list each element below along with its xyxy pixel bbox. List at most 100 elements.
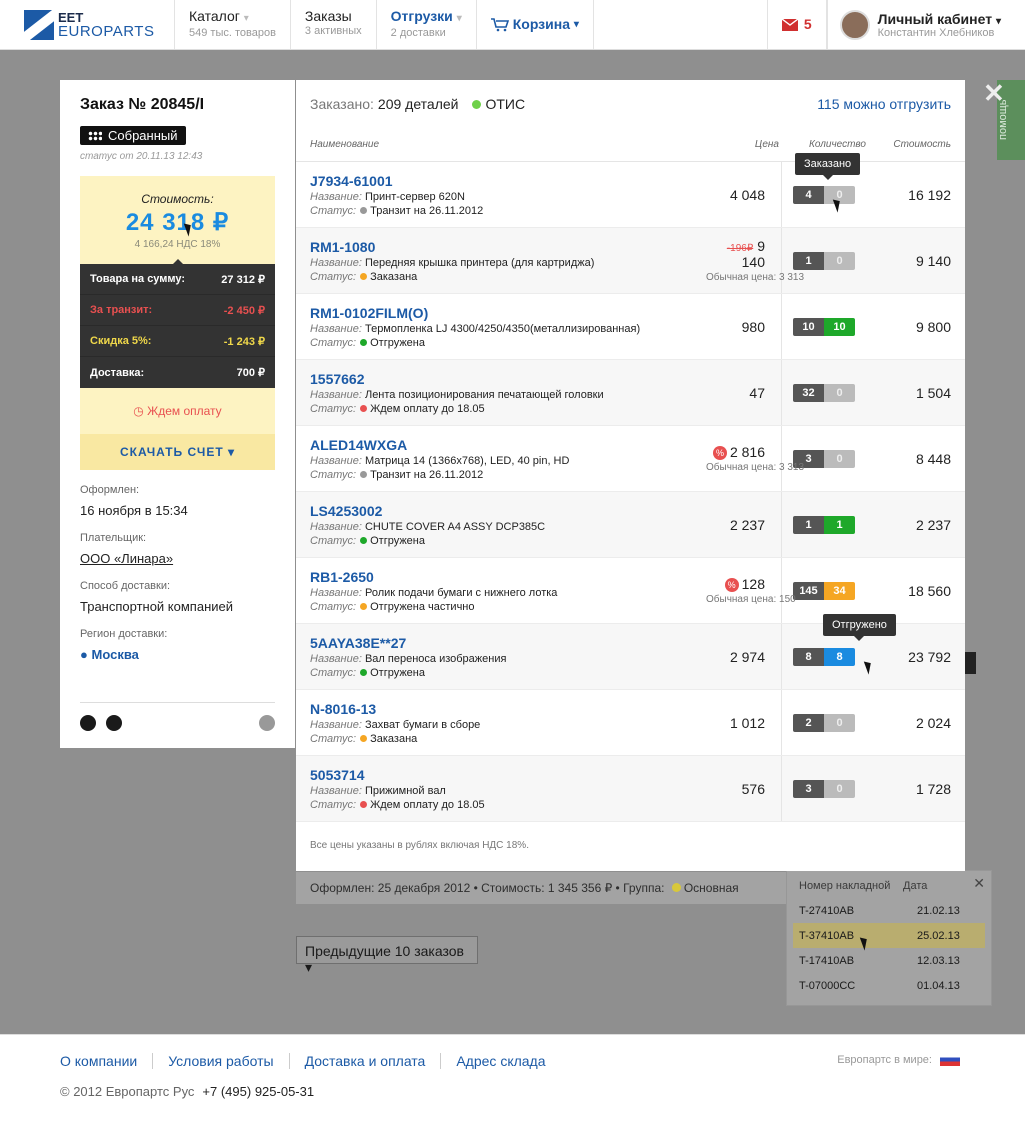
payer-label: Плательщик: <box>80 532 147 544</box>
items-header: Заказано: 209 деталей ОТИС 115 можно отг… <box>296 80 965 128</box>
qty-ordered[interactable]: 8 <box>793 647 824 666</box>
qty-shipped[interactable]: 0 <box>824 713 855 732</box>
item-article-link[interactable]: 5053714 <box>310 767 706 783</box>
nav-cart[interactable]: Корзина ▾ <box>477 0 594 49</box>
footer-link-terms[interactable]: Условия работы <box>152 1053 288 1069</box>
qty-ordered[interactable]: 145 <box>793 581 824 600</box>
col-cost: Стоимость <box>893 139 951 150</box>
logo[interactable]: EET EUROPARTS <box>0 0 175 49</box>
item-article-link[interactable]: RM1-0102FILM(O) <box>310 305 706 321</box>
item-status-line: Статус: Ждем оплату до 18.05 <box>310 403 706 415</box>
nav-shipments[interactable]: Отгрузки ▾ 2 доставки <box>377 0 477 49</box>
item-article-link[interactable]: ALED14WXGA <box>310 437 706 453</box>
qty-ordered[interactable]: 32 <box>793 383 824 402</box>
can-ship-link[interactable]: 115 можно отгрузить <box>817 96 951 112</box>
region-label: Регион доставки: <box>80 628 168 640</box>
quantity-bar[interactable]: 32 0 <box>793 383 855 402</box>
qty-cell: 30 <box>781 756 866 821</box>
qty-ordered[interactable]: 10 <box>793 317 824 336</box>
status-badge: Собранный <box>80 126 186 145</box>
download-invoice-button[interactable]: СКАЧАТЬ СЧЕТ ▾ <box>80 434 275 470</box>
qty-shipped[interactable]: 0 <box>824 383 855 402</box>
delivery-label: Способ доставки: <box>80 580 171 592</box>
table-row[interactable]: 5053714 Название: Прижимной вал Статус: Жде… <box>296 756 965 822</box>
order-items-panel: Заказано: 209 деталей ОТИС 115 можно отг… <box>296 80 965 871</box>
usual-price-value: 3 313 <box>779 462 805 474</box>
item-article-link[interactable]: RM1-1080 <box>310 239 706 255</box>
qty-shipped[interactable]: 0 <box>824 449 855 468</box>
qty-ordered[interactable]: 4 <box>793 185 824 204</box>
qty-shipped[interactable]: 8 <box>824 647 855 666</box>
cost-box[interactable]: Стоимость: 24 318 ₽ 4 166,24 НДС 18% <box>80 176 275 265</box>
name-prefix: Название: <box>310 256 362 269</box>
waybill-row[interactable]: T-07000CC 01.04.13 <box>787 973 991 998</box>
item-article-link[interactable]: 1557662 <box>310 371 706 387</box>
qty-shipped[interactable]: 0 <box>824 779 855 798</box>
table-row[interactable]: LS4253002 Название: CHUTE COVER A4 ASSY D… <box>296 492 965 558</box>
chevron-down-icon: ▾ <box>995 15 1001 27</box>
quantity-bar[interactable]: 30 <box>793 779 855 798</box>
item-article-link[interactable]: J7934-61001 <box>310 173 706 189</box>
table-row[interactable]: N-8016-13 Название: Захват бумаги в сборе… <box>296 690 965 756</box>
price-cell: 576 <box>706 781 781 797</box>
table-row[interactable]: RM1-1080 Название: Передняя крышка принте… <box>296 228 965 294</box>
status-prefix: Статус: <box>310 798 357 811</box>
usual-price-label: Обычная цена: <box>706 462 777 474</box>
quantity-bar[interactable]: 20 <box>793 713 855 732</box>
quantity-bar[interactable]: 88 <box>793 647 855 666</box>
footer-link-warehouse[interactable]: Адрес склада <box>440 1053 560 1069</box>
nav-mail[interactable]: 5 <box>766 0 827 49</box>
payer-link[interactable]: ООО «Линара» <box>80 551 275 566</box>
quantity-bar[interactable]: 11 <box>793 515 855 534</box>
status-dot-icon <box>360 602 368 610</box>
item-article-link[interactable]: 5AAYA38E**27 <box>310 635 706 651</box>
quantity-bar[interactable]: 10 10 <box>793 317 855 336</box>
qty-ordered[interactable]: 1 <box>793 251 824 270</box>
status-prefix: Статус: <box>310 468 357 481</box>
nav-orders[interactable]: Заказы 3 активных <box>291 0 377 49</box>
breakdown-value: -2 450 ₽ <box>223 304 265 317</box>
footer-link-about[interactable]: О компании <box>60 1053 152 1069</box>
footer-link-delivery[interactable]: Доставка и оплата <box>288 1053 441 1069</box>
comment-icon[interactable] <box>106 715 122 731</box>
cost-cell: 2 237 <box>915 516 951 533</box>
menu-icon[interactable] <box>259 715 275 731</box>
account-menu[interactable]: Личный кабинет ▾ Константин Хлебников <box>826 0 1025 49</box>
qty-shipped[interactable]: 10 <box>824 317 855 336</box>
waybill-row[interactable]: T-27410AB 21.02.13 <box>787 898 991 923</box>
table-row[interactable]: RM1-0102FILM(O) Название: Термопленка LJ … <box>296 294 965 360</box>
qty-shipped[interactable]: 1 <box>824 515 855 534</box>
item-article-link[interactable]: N-8016-13 <box>310 701 706 717</box>
qty-ordered[interactable]: 2 <box>793 713 824 732</box>
waybill-row-selected[interactable]: T-37410AB 25.02.13 <box>793 923 985 948</box>
item-article-link[interactable]: RB1-2650 <box>310 569 706 585</box>
item-name: CHUTE COVER A4 ASSY DCP385C <box>364 520 546 533</box>
quantity-bar[interactable]: 145 34 <box>793 581 855 600</box>
cost-value: 24 318 ₽ <box>125 209 230 236</box>
cost-cell: 8 448 <box>915 450 951 467</box>
table-row[interactable]: 1557662 Название: Лента позиционирования … <box>296 360 965 426</box>
price-cell: 2 237 <box>706 517 781 533</box>
nav-catalog[interactable]: Каталог ▾ 549 тыс. товаров <box>175 0 291 49</box>
qty-shipped[interactable]: 0 <box>824 251 855 270</box>
item-price: 1 012 <box>729 714 765 731</box>
world-selector[interactable]: Европартс в мире: <box>837 1053 960 1066</box>
table-row[interactable]: ALED14WXGA Название: Матрица 14 (1366x768… <box>296 426 965 492</box>
quantity-bar[interactable]: 10 <box>793 251 855 270</box>
waybill-row[interactable]: T-17410AB 12.03.13 <box>787 948 991 973</box>
item-article-link[interactable]: LS4253002 <box>310 503 706 519</box>
qty-ordered[interactable]: 1 <box>793 515 824 534</box>
table-row[interactable]: J7934-61001 Название: Принт-сервер 620N Ст… <box>296 162 965 228</box>
qty-shipped[interactable]: 34 <box>824 581 855 600</box>
qty-ordered[interactable]: 3 <box>793 779 824 798</box>
quantity-bar[interactable]: 40 <box>793 185 855 204</box>
name-prefix: Название: <box>310 652 362 665</box>
close-icon[interactable]: ✕ <box>973 875 985 892</box>
print-icon[interactable] <box>80 715 96 731</box>
item-cell: RM1-1080 Название: Передняя крышка принте… <box>296 239 706 283</box>
close-icon[interactable]: ✕ <box>983 78 1005 109</box>
previous-orders-button[interactable]: Предыдущие 10 заказов ▾ <box>296 936 478 975</box>
waybill-number: T-17410AB <box>799 954 855 967</box>
region-link[interactable]: ● Москва <box>80 647 275 662</box>
price-cell: 47 <box>706 385 781 401</box>
